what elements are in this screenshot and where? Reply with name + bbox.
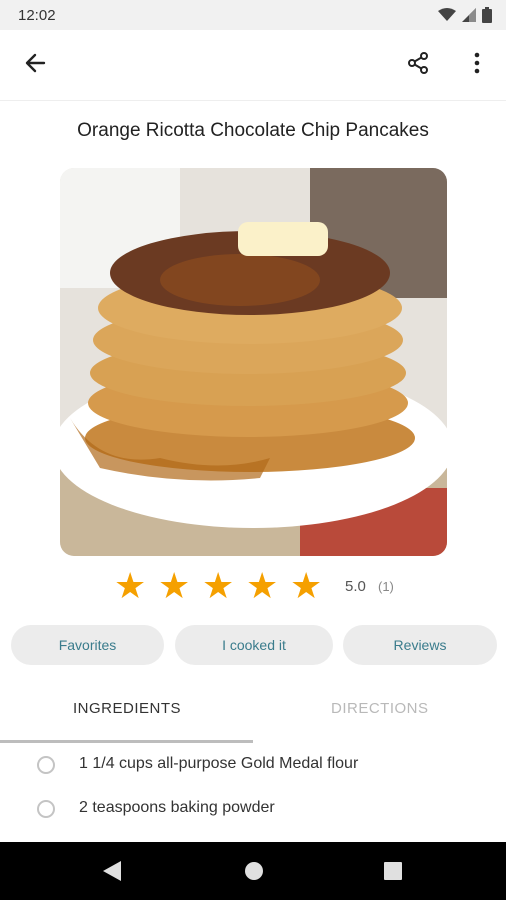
- share-button[interactable]: [398, 45, 438, 85]
- nav-home-icon[interactable]: [244, 861, 264, 886]
- star-icon: ★: [114, 565, 147, 606]
- checkbox-circle-icon[interactable]: [37, 756, 55, 774]
- star-icon: ★: [246, 565, 279, 606]
- status-icons: [438, 7, 492, 28]
- battery-icon: [482, 7, 492, 28]
- recipe-photo: [60, 168, 447, 556]
- tab-directions[interactable]: DIRECTIONS: [331, 700, 429, 717]
- status-bar: 12:02: [0, 0, 506, 30]
- ingredient-item[interactable]: 2 teaspoons baking powder: [0, 790, 506, 830]
- favorites-button[interactable]: Favorites: [11, 625, 164, 665]
- system-nav-bar: [0, 842, 506, 900]
- share-icon: [406, 51, 430, 80]
- rating-value: 5.0: [345, 578, 366, 595]
- active-tab-indicator: [0, 740, 253, 743]
- reviews-button[interactable]: Reviews: [343, 625, 497, 665]
- tab-ingredients[interactable]: INGREDIENTS: [73, 700, 181, 717]
- rating: ★ ★ ★ ★ ★ 5.0 (1): [114, 568, 414, 604]
- cooked-it-button[interactable]: I cooked it: [175, 625, 333, 665]
- ingredient-text: 2 teaspoons baking powder: [79, 799, 275, 816]
- checkbox-circle-icon[interactable]: [37, 800, 55, 818]
- overflow-menu-button[interactable]: [457, 45, 497, 85]
- star-icon: ★: [158, 565, 191, 606]
- wifi-icon: [438, 8, 456, 27]
- more-vert-icon: [474, 52, 480, 79]
- ingredient-item[interactable]: 1 1/4 cups all-purpose Gold Medal flour: [0, 746, 506, 786]
- recipe-title: Orange Ricotta Chocolate Chip Pancakes: [77, 120, 429, 141]
- rating-count: (1): [378, 579, 394, 594]
- signal-icon: [462, 8, 476, 27]
- nav-recents-icon[interactable]: [384, 862, 402, 885]
- app-bar: [0, 30, 506, 101]
- arrow-left-icon: [24, 52, 46, 79]
- star-icon: ★: [202, 565, 235, 606]
- status-time: 12:02: [18, 7, 56, 24]
- nav-back-icon[interactable]: [103, 861, 121, 886]
- star-icon: ★: [290, 565, 323, 606]
- ingredient-text: 1 1/4 cups all-purpose Gold Medal flour: [79, 755, 359, 772]
- back-button[interactable]: [15, 45, 55, 85]
